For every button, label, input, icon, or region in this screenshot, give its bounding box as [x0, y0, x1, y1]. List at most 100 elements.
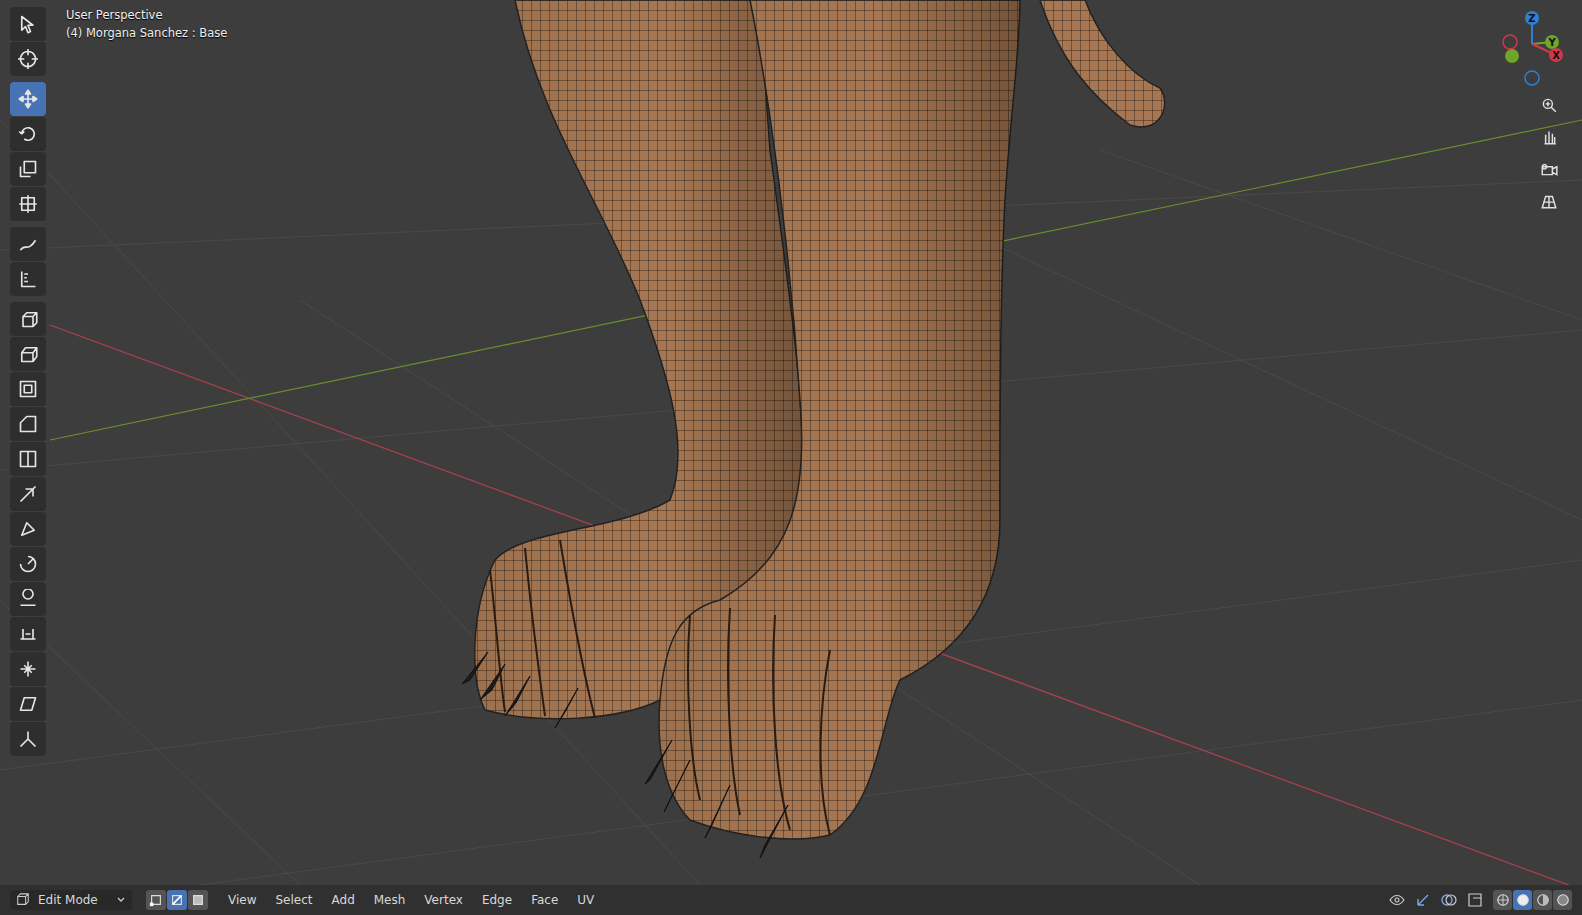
shading-button[interactable] [1533, 890, 1552, 910]
mode-dropdown[interactable]: Edit Mode [10, 890, 132, 910]
tool-button[interactable] [10, 652, 46, 686]
rotate-icon [18, 124, 38, 144]
menu-item[interactable]: Face [531, 893, 558, 907]
3d-viewport[interactable]: User Perspective (4) Morgana Sanchez : B… [0, 0, 1582, 885]
navigation-buttons [1536, 92, 1562, 214]
tool-button[interactable] [10, 687, 46, 721]
scale-icon [18, 159, 38, 179]
visibility-button[interactable] [1389, 892, 1405, 908]
nav-button[interactable] [1536, 188, 1562, 214]
shear-icon [18, 694, 38, 714]
toolbar [10, 7, 46, 756]
menu-item[interactable]: UV [577, 893, 594, 907]
svg-text:Z: Z [1528, 13, 1535, 24]
axis-handle[interactable]: Z [1525, 11, 1539, 25]
annotate-icon [18, 234, 38, 254]
tool-button[interactable] [10, 442, 46, 476]
material-shading-icon [1536, 893, 1550, 907]
tool-button[interactable] [10, 547, 46, 581]
menu-item[interactable]: Edge [482, 893, 512, 907]
ortho-icon [1540, 192, 1558, 210]
right-leg [645, 0, 1020, 858]
overlay-button[interactable] [1441, 892, 1457, 908]
select-mode-button[interactable] [188, 890, 208, 910]
shading-button[interactable] [1513, 890, 1532, 910]
tool-button[interactable] [10, 337, 46, 371]
tool-button[interactable] [10, 477, 46, 511]
tool-button[interactable] [10, 117, 46, 151]
smooth-icon [18, 589, 38, 609]
tool-button[interactable] [10, 227, 46, 261]
scene-canvas[interactable] [0, 0, 1582, 885]
tool-button[interactable] [10, 42, 46, 76]
menu-item[interactable]: Mesh [374, 893, 406, 907]
tool-button[interactable] [10, 722, 46, 756]
blender-window: User Perspective (4) Morgana Sanchez : B… [0, 0, 1582, 915]
shading-group [1493, 890, 1572, 910]
select-mode-button[interactable] [146, 890, 166, 910]
tool-button[interactable] [10, 407, 46, 441]
xray-button[interactable] [1467, 892, 1483, 908]
edge-select-icon [170, 893, 184, 907]
shading-button[interactable] [1493, 890, 1512, 910]
shading-button[interactable] [1553, 890, 1572, 910]
pan-icon [1540, 128, 1558, 146]
nav-button[interactable] [1536, 92, 1562, 118]
neg-y-handle[interactable] [1505, 49, 1519, 63]
spin-icon [18, 554, 38, 574]
menu-item[interactable]: View [228, 893, 256, 907]
viewport-header: Edit Mode View Select Add Mesh Vertex Edge Fac… [0, 885, 1582, 915]
tool-button[interactable] [10, 7, 46, 41]
tool-button[interactable] [10, 372, 46, 406]
loop-cut-icon [18, 449, 38, 469]
menu-item[interactable]: Select [275, 893, 312, 907]
tool-button[interactable] [10, 262, 46, 296]
neg-z-handle[interactable] [1525, 71, 1539, 85]
overlay-icon [1441, 892, 1457, 908]
tool-button[interactable] [10, 582, 46, 616]
nav-button[interactable] [1536, 124, 1562, 150]
svg-text:Y: Y [1547, 37, 1556, 48]
poly-build-icon [18, 519, 38, 539]
select-box-icon [18, 14, 38, 34]
inset-icon [18, 379, 38, 399]
svg-text:X: X [1552, 50, 1560, 61]
gizmo-button[interactable] [1415, 892, 1431, 908]
transform-icon [18, 194, 38, 214]
xray-icon [1467, 892, 1483, 908]
select-mode-button[interactable] [167, 890, 187, 910]
eye-icon [1389, 892, 1405, 908]
cursor-icon [18, 49, 38, 69]
tool-button[interactable] [10, 82, 46, 116]
zoom-icon [1540, 96, 1558, 114]
move-icon [18, 89, 38, 109]
vertex-select-icon [149, 893, 163, 907]
menu-bar: View Select Add Mesh Vertex Edge Face UV [228, 893, 594, 907]
shrink-icon [18, 659, 38, 679]
add-cube-icon [18, 309, 38, 329]
rip-icon [18, 729, 38, 749]
measure-icon [18, 269, 38, 289]
bevel-icon [18, 414, 38, 434]
menu-item[interactable]: Vertex [424, 893, 463, 907]
chevron-icon [116, 895, 126, 905]
tool-button[interactable] [10, 152, 46, 186]
tool-button[interactable] [10, 302, 46, 336]
navigation-gizmo[interactable]: Z YX [1488, 8, 1564, 92]
extrude-icon [18, 344, 38, 364]
neg-x-handle[interactable] [1503, 35, 1517, 49]
tool-button[interactable] [10, 617, 46, 651]
tool-button[interactable] [10, 512, 46, 546]
header-right-tools [1389, 890, 1572, 910]
select-mode-group [146, 890, 208, 910]
knife-icon [18, 484, 38, 504]
viewport-info: User Perspective (4) Morgana Sanchez : B… [66, 8, 227, 41]
menu-item[interactable]: Add [332, 893, 355, 907]
wireframe-shading-icon [1496, 893, 1510, 907]
tool-button[interactable] [10, 187, 46, 221]
gizmo-toggle-icon [1415, 892, 1431, 908]
axis-handle[interactable]: Y [1545, 35, 1559, 49]
edit-mode-icon [16, 893, 30, 907]
axis-handle[interactable]: X [1549, 48, 1563, 62]
nav-button[interactable] [1536, 156, 1562, 182]
